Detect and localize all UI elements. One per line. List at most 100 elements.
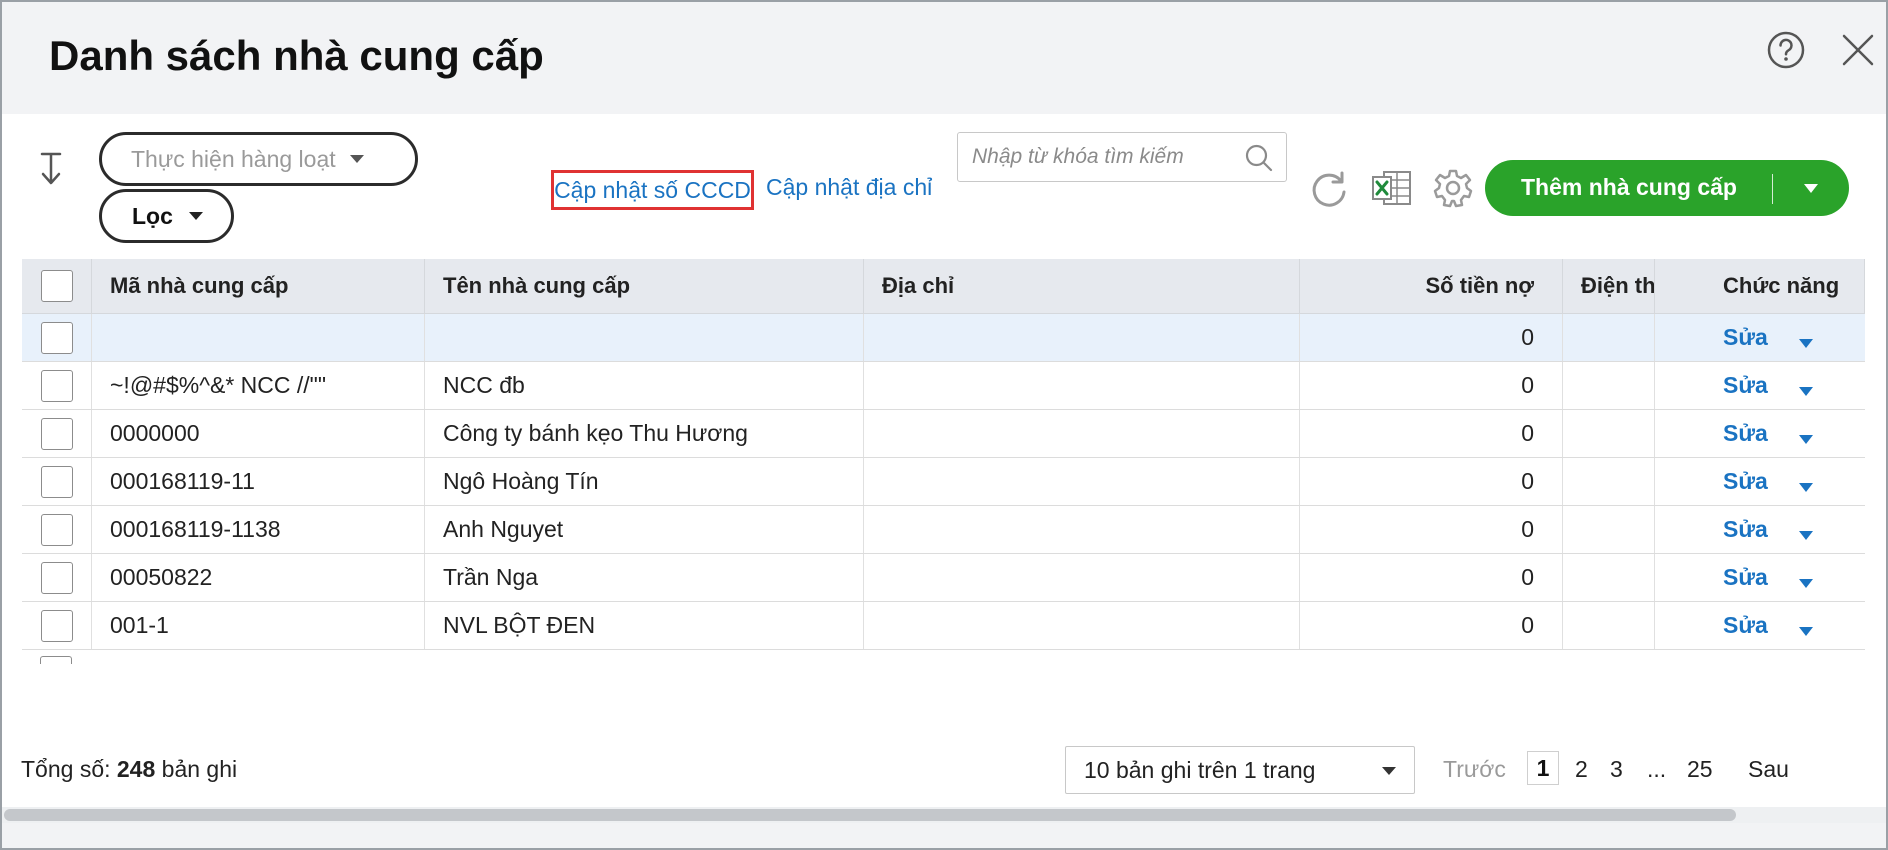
- row-checkbox[interactable]: [40, 321, 73, 354]
- table-row[interactable]: 0 Sửa: [22, 314, 1865, 362]
- cell-actions: Sửa: [1655, 602, 1865, 649]
- select-all-checkbox[interactable]: [40, 270, 73, 302]
- row-checkbox[interactable]: [40, 513, 73, 546]
- row-actions-dropdown-icon[interactable]: [1799, 579, 1813, 588]
- cell-supplier-code: [92, 314, 425, 361]
- row-checkbox[interactable]: [40, 561, 73, 594]
- row-checkbox[interactable]: [40, 417, 73, 450]
- add-supplier-dropdown-toggle[interactable]: [1798, 178, 1824, 198]
- row-actions-dropdown-icon[interactable]: [1799, 627, 1813, 636]
- edit-link[interactable]: Sửa: [1723, 372, 1768, 399]
- column-header-phone[interactable]: Điện th: [1563, 259, 1655, 313]
- total-prefix: Tổng số:: [21, 756, 111, 782]
- sort-arrow-icon[interactable]: [38, 150, 74, 188]
- scrollbar-thumb[interactable]: [4, 809, 1736, 821]
- row-checkbox[interactable]: [40, 369, 73, 402]
- cell-debt: 0: [1300, 602, 1563, 649]
- row-actions-dropdown-icon[interactable]: [1799, 483, 1813, 492]
- cell-supplier-name: NVL BỘT ĐEN: [425, 602, 864, 649]
- cell-supplier-code: 00050822: [92, 554, 425, 601]
- table-row[interactable]: ~!@#$%^&* NCC //"" NCC đb 0 Sửa: [22, 362, 1865, 410]
- table-row[interactable]: 00050822 Trần Nga 0 Sửa: [22, 554, 1865, 602]
- update-cccd-label: Cập nhật số CCCD: [554, 176, 751, 203]
- table-row[interactable]: 001-1 NVL BỘT ĐEN 0 Sửa: [22, 602, 1865, 650]
- chevron-down-icon: [1804, 183, 1818, 193]
- bulk-action-label: Thực hiện hàng loạt: [131, 145, 336, 172]
- row-actions-dropdown-icon[interactable]: [1799, 531, 1813, 540]
- page-size-select[interactable]: 10 bản ghi trên 1 trang: [1065, 746, 1415, 794]
- edit-link[interactable]: Sửa: [1723, 468, 1768, 495]
- close-icon[interactable]: [1838, 30, 1878, 70]
- cell-actions: Sửa: [1655, 410, 1865, 457]
- cell-phone: [1563, 410, 1655, 457]
- row-actions-dropdown-icon[interactable]: [1799, 387, 1813, 396]
- column-header-code[interactable]: Mã nhà cung cấp: [92, 259, 425, 313]
- row-checkbox[interactable]: [40, 656, 72, 664]
- cell-supplier-name: [425, 314, 864, 361]
- gear-icon[interactable]: [1433, 168, 1473, 208]
- pagination-page-25[interactable]: 25: [1687, 756, 1713, 783]
- filter-label: Lọc: [132, 202, 173, 229]
- dialog-header: Danh sách nhà cung cấp: [2, 2, 1886, 114]
- add-supplier-button[interactable]: Thêm nhà cung cấp: [1485, 160, 1849, 216]
- chevron-down-icon: [349, 155, 364, 163]
- chevron-down-icon: [1382, 767, 1396, 775]
- row-actions-dropdown-icon[interactable]: [1799, 339, 1813, 348]
- table-row[interactable]: 0000000 Công ty bánh kẹo Thu Hương 0 Sửa: [22, 410, 1865, 458]
- column-header-name[interactable]: Tên nhà cung cấp: [425, 259, 864, 313]
- update-cccd-link[interactable]: Cập nhật số CCCD: [551, 170, 754, 210]
- row-select-cell: [22, 506, 92, 553]
- chevron-down-icon: [188, 212, 203, 220]
- cell-phone: [1563, 458, 1655, 505]
- cell-debt: 0: [1300, 362, 1563, 409]
- cell-address: [864, 314, 1300, 361]
- row-checkbox[interactable]: [40, 609, 73, 642]
- row-select-cell: [22, 554, 92, 601]
- search-input[interactable]: [972, 133, 1232, 181]
- cell-debt: 0: [1300, 410, 1563, 457]
- search-icon[interactable]: [1244, 143, 1274, 173]
- cell-supplier-name: Trần Nga: [425, 554, 864, 601]
- column-header-address[interactable]: Địa chỉ: [864, 259, 1300, 313]
- cell-address: [864, 554, 1300, 601]
- edit-link[interactable]: Sửa: [1723, 612, 1768, 639]
- pagination-page-1[interactable]: 1: [1527, 751, 1559, 785]
- pagination-page-3[interactable]: 3: [1610, 756, 1623, 783]
- cell-supplier-name: NCC đb: [425, 362, 864, 409]
- cell-supplier-name: Công ty bánh kẹo Thu Hương: [425, 410, 864, 457]
- edit-link[interactable]: Sửa: [1723, 420, 1768, 447]
- update-address-link[interactable]: Cập nhật địa chỉ: [766, 174, 932, 201]
- filter-dropdown[interactable]: Lọc: [99, 189, 234, 243]
- cell-address: [864, 410, 1300, 457]
- edit-link[interactable]: Sửa: [1723, 564, 1768, 591]
- cell-phone: [1563, 314, 1655, 361]
- total-records: Tổng số: 248 bản ghi: [21, 756, 237, 783]
- pagination-prev[interactable]: Trước: [1443, 756, 1506, 783]
- dialog-bottom-strip: [2, 823, 1886, 848]
- row-select-cell: [22, 410, 92, 457]
- row-checkbox[interactable]: [40, 465, 73, 498]
- help-icon[interactable]: [1766, 30, 1806, 70]
- edit-link[interactable]: Sửa: [1723, 516, 1768, 543]
- row-select-cell: [22, 314, 92, 361]
- table-footer: [2, 743, 1886, 813]
- refresh-icon[interactable]: [1308, 168, 1350, 210]
- edit-link[interactable]: Sửa: [1723, 324, 1768, 351]
- cell-actions: Sửa: [1655, 506, 1865, 553]
- table-row[interactable]: 000168119-11 Ngô Hoàng Tín 0 Sửa: [22, 458, 1865, 506]
- dialog-title: Danh sách nhà cung cấp: [49, 32, 544, 79]
- bulk-action-dropdown[interactable]: Thực hiện hàng loạt: [99, 132, 418, 186]
- table-row[interactable]: 000168119-1138 Anh Nguyet 0 Sửa: [22, 506, 1865, 554]
- pagination-next[interactable]: Sau: [1748, 756, 1789, 783]
- excel-export-icon[interactable]: [1370, 168, 1414, 208]
- cell-actions: Sửa: [1655, 314, 1865, 361]
- cell-phone: [1563, 602, 1655, 649]
- table-header-row: Mã nhà cung cấp Tên nhà cung cấp Địa chỉ…: [22, 259, 1865, 314]
- horizontal-scrollbar[interactable]: [2, 807, 1886, 823]
- search-box: [957, 132, 1287, 182]
- column-header-debt[interactable]: Số tiền nợ: [1300, 259, 1563, 313]
- cell-debt: 0: [1300, 458, 1563, 505]
- pagination-page-2[interactable]: 2: [1575, 756, 1588, 783]
- cell-phone: [1563, 362, 1655, 409]
- row-actions-dropdown-icon[interactable]: [1799, 435, 1813, 444]
